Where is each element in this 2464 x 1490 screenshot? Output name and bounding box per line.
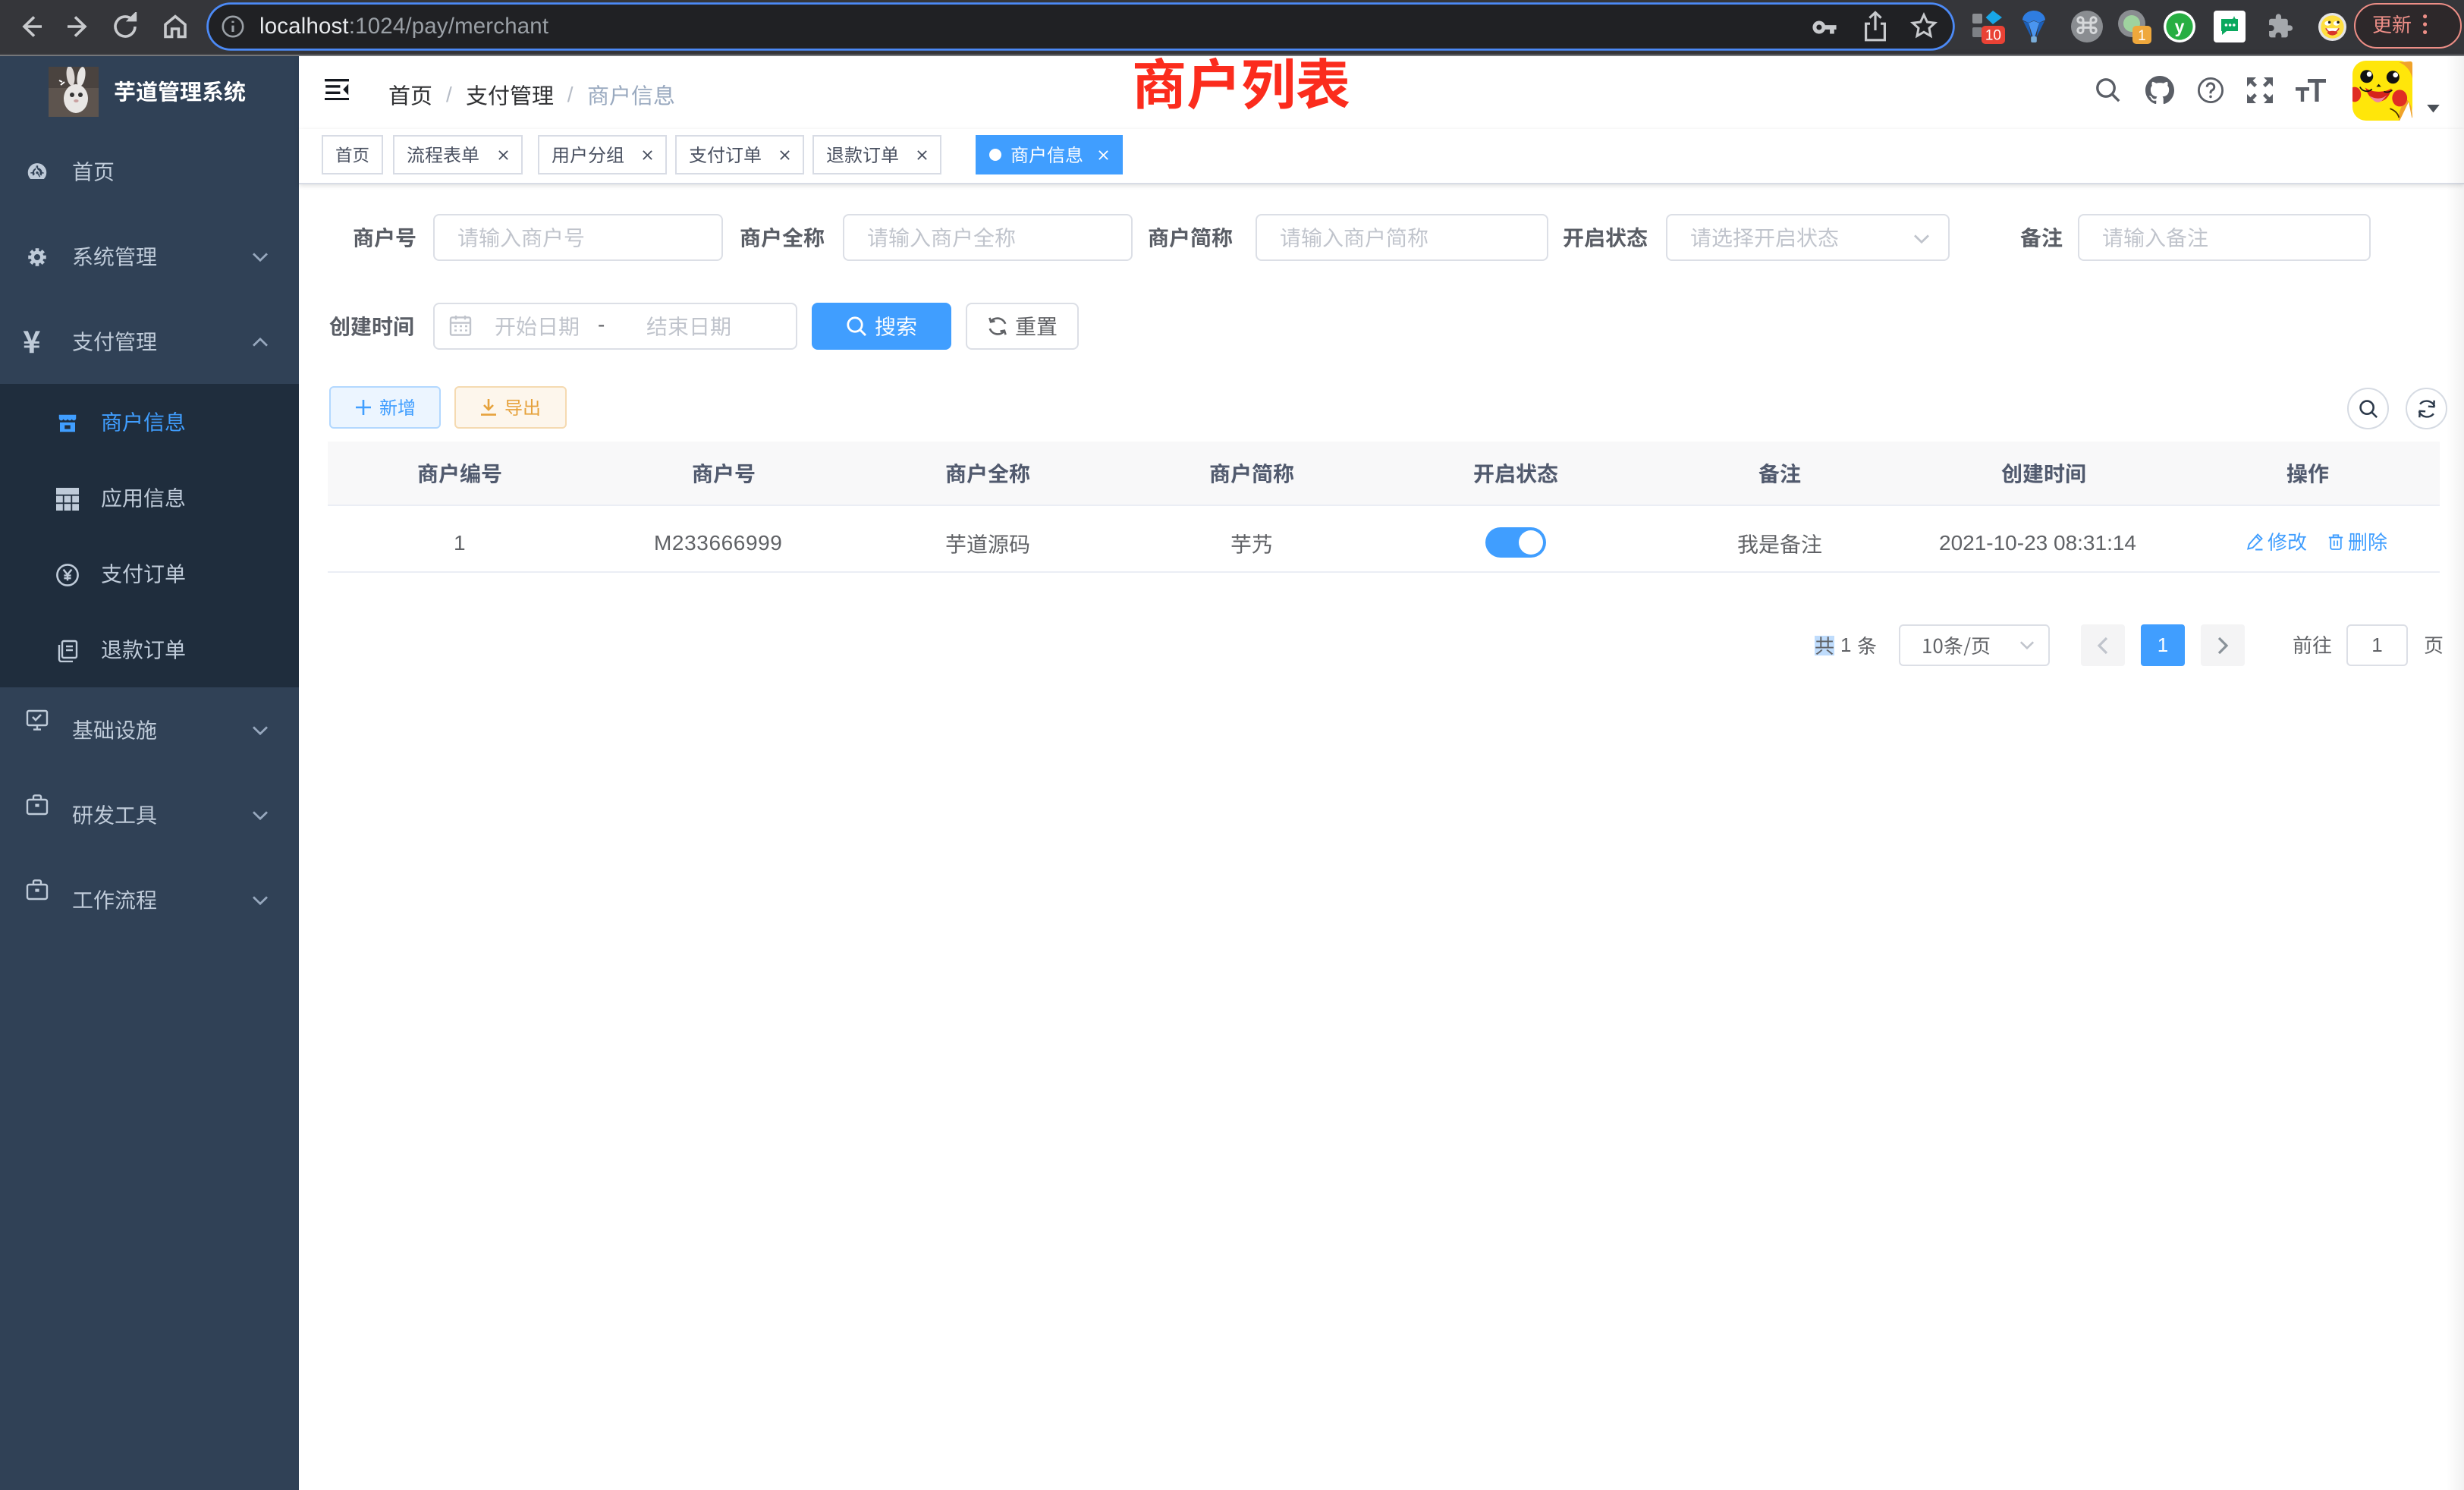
svg-text:10: 10 [1985, 28, 2001, 44]
svg-text:1: 1 [2138, 28, 2146, 44]
svg-text:y: y [2175, 17, 2185, 36]
